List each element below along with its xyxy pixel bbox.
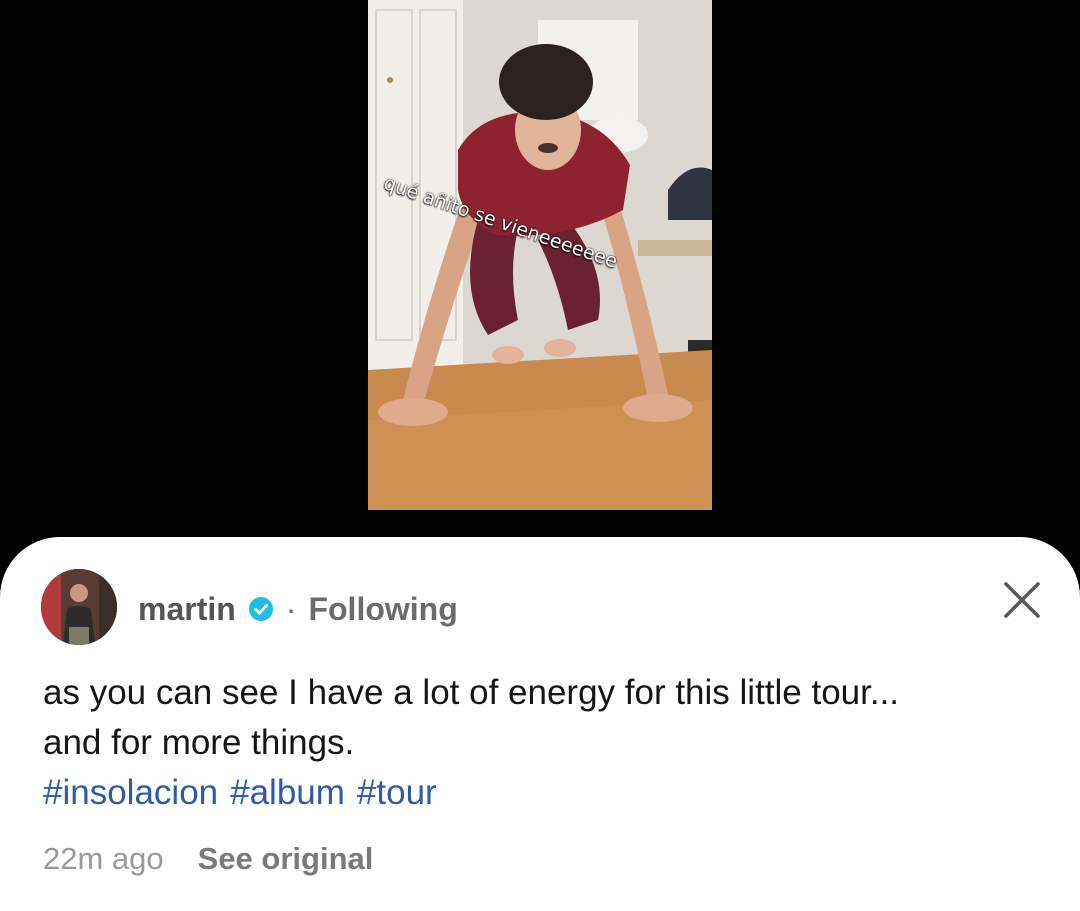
post-caption: as you can see I have a lot of energy fo…	[43, 668, 1043, 818]
post-meta: 22m ago See original	[43, 836, 373, 882]
author-name[interactable]: martin	[138, 591, 236, 628]
caption-line-2: and for more things.	[43, 723, 355, 762]
hashtag-link[interactable]: #album	[230, 773, 345, 812]
author-row: martin · Following	[138, 585, 458, 633]
see-original-button[interactable]: See original	[198, 841, 374, 877]
video-player[interactable]: qué añito se vieneeeeeee	[368, 0, 712, 510]
avatar-image	[41, 569, 117, 645]
timestamp: 22m ago	[43, 841, 164, 876]
video-frame	[368, 0, 712, 510]
hashtag-link[interactable]: #tour	[357, 773, 437, 812]
avatar[interactable]	[41, 569, 117, 645]
close-button[interactable]	[1000, 578, 1044, 622]
hashtag-list: #insolacion #album #tour	[43, 768, 1043, 818]
verified-badge-icon	[248, 597, 273, 621]
hashtag-link[interactable]: #insolacion	[43, 773, 218, 812]
caption-line-1: as you can see I have a lot of energy fo…	[43, 673, 900, 712]
following-status[interactable]: Following	[308, 591, 457, 628]
close-icon	[1004, 582, 1040, 618]
separator-dot: ·	[285, 590, 297, 627]
